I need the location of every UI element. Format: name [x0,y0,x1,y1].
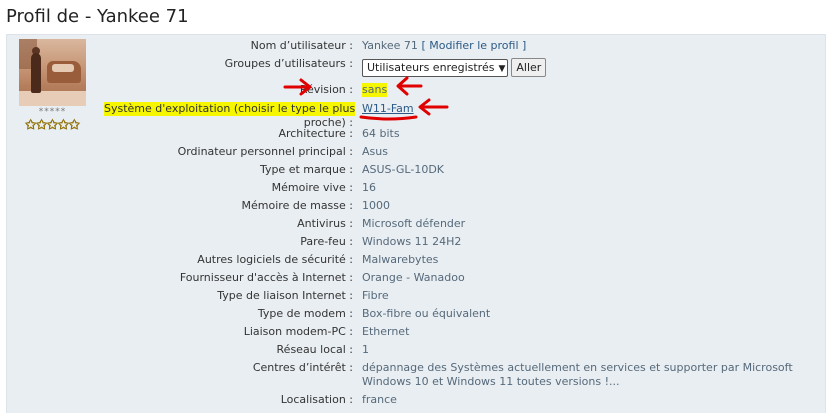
arch-label: Architecture : [278,127,353,140]
pc-value: Asus [362,145,388,158]
connection-value: Fibre [362,289,389,302]
groups-label: Groupes d’utilisateurs : [224,57,353,70]
antivirus-label: Antivirus : [297,217,353,230]
interests-line1: dépannage des Systèmes actuellement en s… [362,361,793,374]
avatar [19,39,86,106]
lan-label: Réseau local : [276,343,353,356]
groups-select-value: Utilisateurs enregistrés [367,61,495,74]
interests-line2: Windows 10 et Windows 11 toutes versions… [362,375,620,388]
isp-value: Orange - Wanadoo [362,271,465,284]
red-underline [359,115,418,121]
security-label: Autres logiciels de sécurité : [197,253,353,266]
rank-text: ***** [38,107,67,117]
modem-label: Type de modem : [257,307,353,320]
os-label: Système d'exploitation (choisir le type … [104,102,356,116]
ram-label: Mémoire vive : [271,181,353,194]
location-value: france [362,393,397,406]
connection-label: Type de liaison Internet : [217,289,353,302]
rank-stars-icon: ✩✩✩✩✩ [25,118,80,134]
username-value: Yankee 71 [362,39,418,52]
interests-label: Centres d’intérêt : [252,361,353,374]
username-label: Nom d’utilisateur : [250,39,353,52]
modem-pc-label: Liaison modem-PC : [243,325,353,338]
brand-value: ASUS-GL-10DK [362,163,445,176]
brand-label: Type et marque : [259,163,353,176]
lan-value: 1 [362,343,369,356]
location-label: Localisation : [280,393,353,406]
red-arrow-icon [418,98,449,116]
storage-label: Mémoire de masse : [241,199,353,212]
antivirus-value: Microsoft défender [362,217,466,230]
red-arrow-icon [396,76,423,96]
isp-label: Fournisseur d'accès à Internet : [179,271,353,284]
pc-label: Ordinateur personnel principal : [177,145,353,158]
firewall-label: Pare-feu : [300,235,353,248]
modem-value: Box-fibre ou équivalent [362,307,491,320]
revision-value: sans [362,83,388,97]
security-value: Malwarebytes [362,253,439,266]
groups-select[interactable]: Utilisateurs enregistrés ▼ [362,59,509,77]
firewall-value: Windows 11 24H2 [362,235,462,248]
ram-value: 16 [362,181,376,194]
modem-pc-value: Ethernet [362,325,410,338]
go-button[interactable]: Aller [511,58,547,77]
arch-value: 64 bits [362,127,400,140]
chevron-down-icon: ▼ [498,64,506,74]
profile-panel: ***** ✩✩✩✩✩ Nom d’utilisateur : Yankee 7… [6,34,826,413]
storage-value: 1000 [362,199,390,212]
modify-profile-link[interactable]: [ Modifier le profil ] [421,39,526,52]
red-arrow-icon [283,78,312,96]
page-title: Profil de - Yankee 71 [6,6,189,27]
